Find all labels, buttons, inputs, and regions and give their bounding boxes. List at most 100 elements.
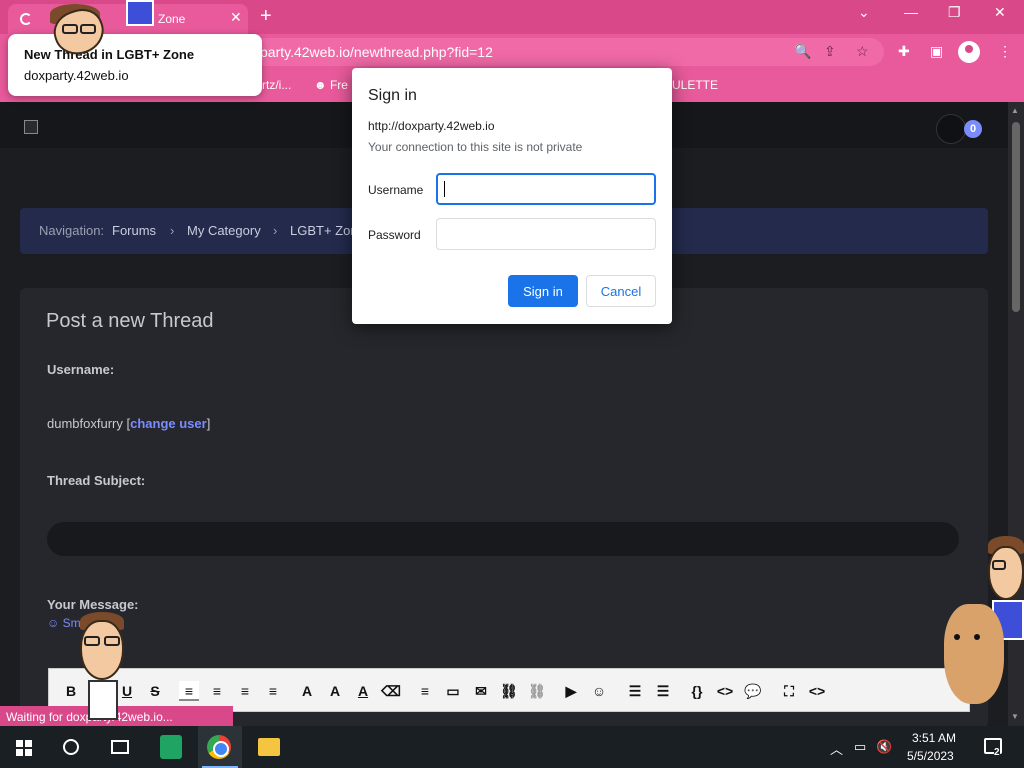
cartoon-glasses <box>62 24 78 34</box>
page-title: Post a new Thread <box>46 310 214 332</box>
zoom-icon[interactable]: 🔍 <box>794 43 811 60</box>
font-button[interactable]: A <box>297 681 317 701</box>
horizontal-rule-button[interactable]: ≡ <box>415 681 435 701</box>
clock-date[interactable]: 5/5/2023 <box>907 749 954 763</box>
bookmark-star-icon[interactable]: ☆ <box>856 43 869 60</box>
thread-subject-input[interactable] <box>47 522 959 556</box>
cartoon-shirt <box>126 0 154 26</box>
cartoon-glasses <box>104 636 120 646</box>
eraser-icon[interactable]: ⌫ <box>381 681 401 701</box>
address-bar[interactable]: party.42web.io/newthread.php?fid=12 🔍 ⇪ … <box>250 38 884 66</box>
sheets-app-icon[interactable] <box>160 735 182 759</box>
bookmark-item[interactable]: ☻ Fre <box>314 78 348 92</box>
maximize-icon[interactable]: ⛶ <box>779 681 799 701</box>
sign-in-dialog: Sign in http://doxparty.42web.io Your co… <box>352 68 672 324</box>
notification-badge[interactable]: 0 <box>964 120 982 138</box>
username-text: dumbfoxfurry <box>47 416 123 431</box>
clock-time[interactable]: 3:51 AM <box>912 731 956 745</box>
new-tab-button[interactable]: + <box>260 4 272 28</box>
tab-search-icon[interactable]: ⌄ <box>858 4 870 21</box>
start-button[interactable] <box>16 740 32 756</box>
breadcrumb-separator: › <box>273 223 278 238</box>
minimize-button[interactable]: — <box>904 4 918 20</box>
file-explorer-icon[interactable] <box>258 738 280 756</box>
loading-spinner-icon <box>20 13 32 25</box>
new-thread-panel: Post a new Thread Username: dumbfoxfurry… <box>20 288 988 726</box>
sign-in-button[interactable]: Sign in <box>508 275 578 307</box>
notification-count: 2 <box>994 747 1000 758</box>
image-icon[interactable]: ▭ <box>443 681 463 701</box>
cartoon-glasses <box>84 636 100 646</box>
text-caret <box>444 181 445 197</box>
change-user-link[interactable]: change user <box>130 416 207 431</box>
windows-logo-icon <box>16 749 23 756</box>
side-panel-icon[interactable]: ▣ <box>930 43 943 60</box>
bookmark-item[interactable]: rtz/i... <box>262 78 291 92</box>
link-icon[interactable]: ⛓ <box>499 681 519 701</box>
password-field-label: Password <box>368 228 421 242</box>
username-field-label: Username <box>368 183 424 197</box>
font-color-button[interactable]: A <box>353 681 373 701</box>
close-window-button[interactable]: ✕ <box>994 4 1006 21</box>
breadcrumb-separator: › <box>170 223 175 238</box>
windows-logo-icon <box>16 740 23 747</box>
thread-subject-label: Thread Subject: <box>47 473 146 488</box>
username-value: dumbfoxfurry [change user] <box>47 416 211 431</box>
broken-logo-image[interactable] <box>24 120 38 134</box>
numbered-list-icon[interactable]: ☰ <box>653 681 673 701</box>
breadcrumb-forums[interactable]: Forums <box>112 223 156 238</box>
user-menu-avatar[interactable] <box>936 114 966 144</box>
align-center-button[interactable]: ≡ <box>207 681 227 701</box>
menu-icon[interactable]: ⋮ <box>998 43 1012 60</box>
cartoon-person-bottom <box>74 612 130 722</box>
email-icon[interactable]: ✉ <box>471 681 491 701</box>
breadcrumb-my-category[interactable]: My Category <box>187 223 261 238</box>
hamster-sticker <box>944 604 1004 704</box>
tab-close-icon[interactable]: ✕ <box>230 9 242 26</box>
volume-muted-icon[interactable]: 🔇 <box>876 739 892 755</box>
windows-logo-icon <box>25 749 32 756</box>
scroll-up-icon[interactable]: ▲ <box>1011 106 1019 115</box>
username-label: Username: <box>47 362 115 377</box>
breadcrumb-lgbt-zone[interactable]: LGBT+ Zon <box>290 223 358 238</box>
task-view-icon[interactable] <box>111 740 129 754</box>
tab-title: Zone <box>158 12 186 26</box>
bookmark-item[interactable]: ULETTE <box>672 78 718 92</box>
youtube-icon[interactable]: ▶ <box>561 681 581 701</box>
quote-icon[interactable]: 💬 <box>743 681 763 701</box>
url-text: party.42web.io/newthread.php?fid=12 <box>260 44 493 60</box>
font-size-button[interactable]: A <box>325 681 345 701</box>
extensions-icon[interactable]: ✚ <box>898 43 910 60</box>
strikethrough-button[interactable]: S <box>145 681 165 701</box>
dialog-title: Sign in <box>368 87 417 104</box>
message-label: Your Message: <box>47 597 139 612</box>
network-icon[interactable]: ▭ <box>854 739 866 755</box>
cartoon-glasses <box>80 24 96 34</box>
share-icon[interactable]: ⇪ <box>824 43 836 60</box>
cartoon-face-top <box>40 0 160 62</box>
bullet-list-icon[interactable]: ☰ <box>625 681 645 701</box>
password-field[interactable] <box>436 218 656 250</box>
tray-chevron-icon[interactable]: ︿ <box>830 739 843 758</box>
search-icon[interactable] <box>63 739 79 755</box>
bookmark-icon: ☻ <box>314 78 330 92</box>
cancel-button[interactable]: Cancel <box>586 275 656 307</box>
cartoon-glasses <box>992 560 1006 570</box>
source-view-icon[interactable]: <> <box>807 681 827 701</box>
profile-avatar[interactable] <box>958 41 980 63</box>
align-right-button[interactable]: ≡ <box>235 681 255 701</box>
windows-logo-icon <box>25 740 32 747</box>
unlink-icon[interactable]: ⛓ <box>527 681 547 701</box>
restore-button[interactable]: ❐ <box>948 4 961 21</box>
emoticon-icon[interactable]: ☺ <box>589 681 609 701</box>
php-code-icon[interactable]: <> <box>715 681 735 701</box>
breadcrumb-label: Navigation: <box>39 223 105 238</box>
scroll-thumb[interactable] <box>1012 122 1020 312</box>
username-field[interactable] <box>436 173 656 205</box>
align-left-button[interactable]: ≡ <box>179 681 199 701</box>
chrome-app-icon[interactable] <box>207 735 231 759</box>
cartoon-face <box>80 620 124 680</box>
justify-button[interactable]: ≡ <box>263 681 283 701</box>
code-block-icon[interactable]: {} <box>687 681 707 701</box>
scroll-down-icon[interactable]: ▼ <box>1011 712 1019 721</box>
